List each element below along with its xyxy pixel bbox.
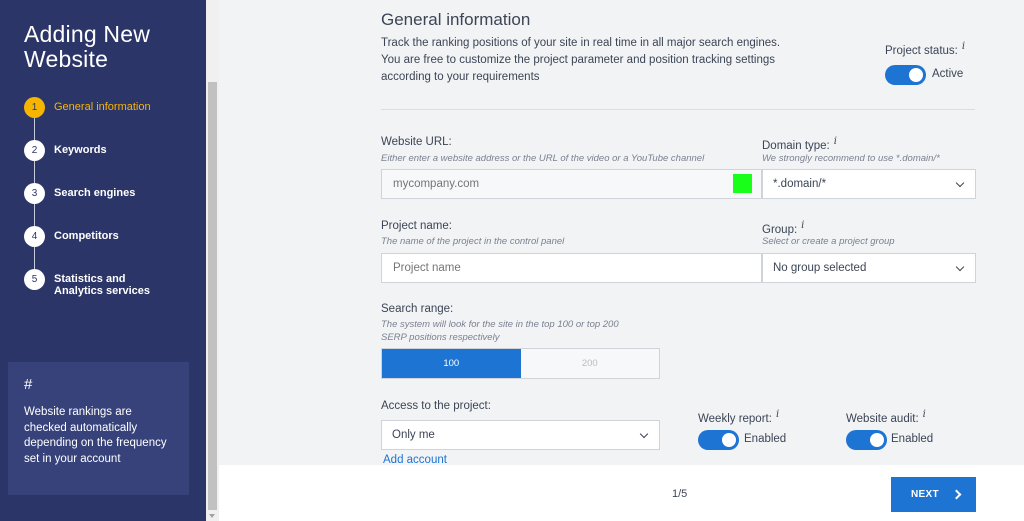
website-audit-label: Website audit: i — [846, 409, 926, 425]
domain-type-label: Domain type: i — [762, 136, 837, 152]
access-select[interactable]: Only me — [381, 420, 660, 450]
chevron-down-icon — [955, 262, 965, 272]
weekly-report-value: Enabled — [744, 433, 787, 445]
step-connector — [34, 204, 35, 226]
step-connector — [34, 247, 35, 269]
search-range-100[interactable]: 100 — [382, 349, 521, 378]
search-range-label: Search range: — [381, 303, 454, 315]
info-icon[interactable]: i — [776, 409, 779, 420]
chevron-down-icon — [639, 429, 649, 439]
step-connector — [34, 118, 35, 140]
scroll-thumb[interactable] — [208, 82, 217, 510]
step-number: 2 — [24, 140, 45, 161]
step-statistics-analytics[interactable]: 5 Statistics and Analytics services — [24, 269, 151, 312]
step-number: 3 — [24, 183, 45, 204]
footer: 1/5 NEXT — [219, 465, 1024, 521]
status-indicator — [733, 174, 752, 193]
step-label: Competitors — [54, 230, 119, 242]
form-card: General information Track the ranking po… — [219, 0, 1024, 466]
website-url-label: Website URL: — [381, 136, 452, 148]
chevron-right-icon — [951, 489, 962, 500]
info-text: Website rankings are checked automatical… — [24, 406, 167, 465]
domain-type-hint: We strongly recommend to use *.domain/* — [762, 153, 940, 164]
project-status-value: Active — [932, 68, 964, 80]
weekly-report-toggle[interactable] — [698, 430, 739, 450]
weekly-report-label: Weekly report: i — [698, 409, 780, 425]
sidebar-title: Adding New Website — [24, 21, 151, 72]
website-audit-toggle[interactable] — [846, 430, 887, 450]
section-description: Track the ranking positions of your site… — [381, 37, 781, 83]
step-label: General information — [54, 101, 151, 113]
steps-list: 1 General information 2 Keywords 3 Searc… — [24, 97, 151, 312]
group-select[interactable]: No group selected — [762, 253, 976, 283]
project-name-label: Project name: — [381, 220, 452, 232]
chevron-down-icon — [955, 178, 965, 188]
step-label: Search engines — [54, 187, 136, 199]
step-competitors[interactable]: 4 Competitors — [24, 226, 151, 269]
divider — [381, 109, 975, 110]
info-box: # Website rankings are checked automatic… — [8, 362, 189, 495]
step-number: 5 — [24, 269, 45, 290]
website-audit-value: Enabled — [891, 433, 934, 445]
info-icon[interactable]: i — [923, 409, 926, 420]
scroll-down-icon[interactable] — [209, 514, 215, 518]
hash-icon: # — [24, 376, 33, 393]
search-range-segmented: 100 200 — [381, 348, 660, 379]
info-icon[interactable]: i — [962, 41, 965, 52]
search-range-200[interactable]: 200 — [521, 349, 660, 378]
toggle-knob — [722, 433, 736, 447]
group-label: Group: i — [762, 220, 805, 236]
main-content: General information Track the ranking po… — [219, 0, 1024, 521]
step-label: Keywords — [54, 144, 107, 156]
project-status-toggle[interactable] — [885, 65, 926, 85]
page-indicator: 1/5 — [672, 488, 688, 500]
step-number: 4 — [24, 226, 45, 247]
project-name-input[interactable] — [381, 253, 762, 283]
toggle-knob — [909, 68, 923, 82]
next-button[interactable]: NEXT — [891, 477, 976, 512]
toggle-knob — [870, 433, 884, 447]
step-number: 1 — [24, 97, 45, 118]
info-icon[interactable]: i — [834, 136, 837, 147]
step-keywords[interactable]: 2 Keywords — [24, 140, 151, 183]
search-range-hint: The system will look for the site in the… — [381, 319, 619, 343]
sidebar: Adding New Website 1 General information… — [0, 0, 206, 521]
domain-type-select[interactable]: *.domain/* — [762, 169, 976, 199]
project-name-hint: The name of the project in the control p… — [381, 236, 565, 247]
website-url-input[interactable] — [381, 169, 762, 199]
group-hint: Select or create a project group — [762, 236, 895, 247]
section-title: General information — [381, 10, 531, 29]
step-general-information[interactable]: 1 General information — [24, 97, 151, 140]
step-connector — [34, 161, 35, 183]
info-icon[interactable]: i — [801, 220, 804, 231]
scrollbar[interactable] — [206, 0, 219, 521]
project-status-label: Project status: i — [885, 41, 966, 57]
step-search-engines[interactable]: 3 Search engines — [24, 183, 151, 226]
website-url-hint: Either enter a website address or the UR… — [381, 153, 705, 164]
step-label: Statistics and Analytics services — [54, 273, 151, 297]
access-label: Access to the project: — [381, 400, 491, 412]
